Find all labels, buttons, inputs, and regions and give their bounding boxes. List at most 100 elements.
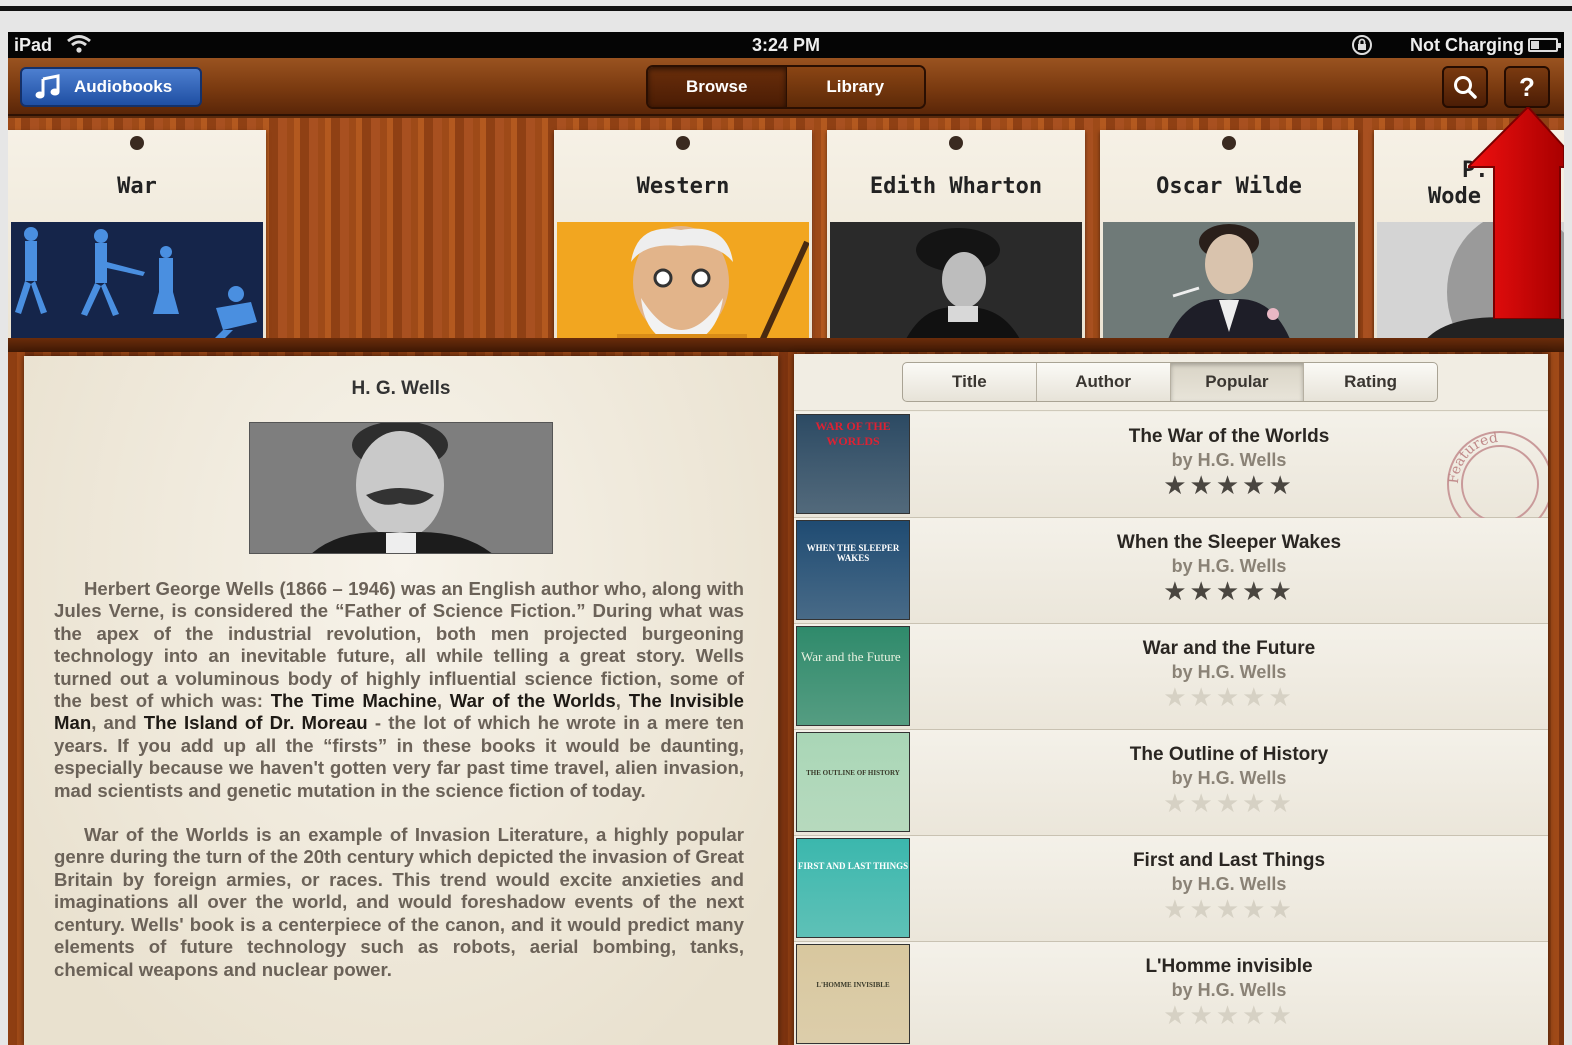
star-rating: ★★★★★ xyxy=(914,1002,1544,1028)
category-shelf: War Western Edith Wharton Oscar Wilde P.… xyxy=(8,118,1564,429)
star-icon: ★ xyxy=(1215,470,1243,500)
book-row[interactable]: L'HOMME INVISIBLE L'Homme invisible by H.G… xyxy=(794,942,1548,1045)
star-icon: ★ xyxy=(1215,894,1243,924)
book-author: by H.G. Wells xyxy=(1171,874,1287,894)
star-icon: ★ xyxy=(1242,576,1269,606)
author-biography: Herbert George Wells (1866 – 1946) was a… xyxy=(54,578,744,1003)
sort-tab-title[interactable]: Title xyxy=(903,363,1036,401)
star-rating: ★★★★★ xyxy=(914,578,1544,604)
bio-paragraph-1: Herbert George Wells (1866 – 1946) was a… xyxy=(54,578,744,801)
book-list-panel: Title Author Popular Rating WAR OF THE W… xyxy=(794,354,1548,1045)
tab-library[interactable]: Library xyxy=(785,67,924,107)
star-icon: ★ xyxy=(1189,682,1216,712)
star-rating: ★★★★★ xyxy=(914,896,1544,922)
search-icon xyxy=(1454,76,1477,99)
star-icon: ★ xyxy=(1189,894,1216,924)
cover-title: War and the Future xyxy=(801,649,901,664)
sort-tab-popular[interactable]: Popular xyxy=(1169,363,1304,401)
search-button[interactable] xyxy=(1442,66,1488,108)
cover-title: THE OUTLINE OF HISTORY xyxy=(806,769,900,777)
pin-icon xyxy=(949,136,963,150)
book-title: War and the Future xyxy=(1142,638,1316,659)
category-card-edith-wharton[interactable]: Edith Wharton xyxy=(827,130,1085,352)
book-row[interactable]: FIRST AND LAST THINGS First and Last Thin… xyxy=(794,836,1548,942)
star-icon: ★ xyxy=(1215,576,1243,606)
category-card-oscar-wilde[interactable]: Oscar Wilde xyxy=(1100,130,1358,352)
star-icon: ★ xyxy=(1189,470,1216,500)
category-label: War xyxy=(117,174,157,199)
star-icon: ★ xyxy=(1163,682,1190,712)
pin-icon xyxy=(676,136,690,150)
shelf-edge xyxy=(8,338,1564,352)
star-icon: ★ xyxy=(1189,788,1216,818)
star-icon: ★ xyxy=(1189,576,1216,606)
book-author: by H.G. Wells xyxy=(1171,980,1287,1000)
star-rating: ★★★★★ xyxy=(914,790,1544,816)
book-cover[interactable]: War and the Future xyxy=(796,626,910,726)
book-row[interactable]: THE OUTLINE OF HISTORY The Outline of His… xyxy=(794,730,1548,836)
book-row[interactable]: WHEN THE SLEEPER WAKES When the Sleeper W… xyxy=(794,518,1548,624)
audiobooks-button[interactable]: Audiobooks xyxy=(20,67,202,107)
book-cover[interactable]: WHEN THE SLEEPER WAKES xyxy=(796,520,910,620)
book-title: First and Last Things xyxy=(1132,850,1326,871)
status-bar: iPad 3:24 PM Not Charging xyxy=(8,32,1564,58)
book-cover[interactable]: L'HOMME INVISIBLE xyxy=(796,944,910,1044)
star-icon: ★ xyxy=(1189,1000,1216,1030)
content-area: H. G. Wells Herbert George Wells (1866 –… xyxy=(8,352,1564,1045)
book-cover[interactable]: FIRST AND LAST THINGS xyxy=(796,838,910,938)
rotation-lock-icon xyxy=(1352,35,1372,55)
edith-wharton-photo xyxy=(830,222,1082,352)
category-label: Oscar Wilde xyxy=(1156,174,1302,199)
help-button[interactable]: ? xyxy=(1504,66,1550,108)
cover-title: WHEN THE SLEEPER WAKES xyxy=(806,543,900,563)
star-icon: ★ xyxy=(1242,470,1269,500)
book-row[interactable]: WAR OF THE WORLDS The War of the Worlds by… xyxy=(794,412,1548,522)
sort-tab-rating[interactable]: Rating xyxy=(1303,363,1437,401)
book-title: The Outline of History xyxy=(1129,744,1329,765)
divider xyxy=(794,410,1548,411)
author-portrait xyxy=(249,422,553,554)
category-label: Western xyxy=(636,174,730,199)
browse-library-segment: Browse Library xyxy=(646,65,926,109)
author-panel: H. G. Wells Herbert George Wells (1866 –… xyxy=(24,356,778,1045)
book-cover[interactable]: WAR OF THE WORLDS xyxy=(796,414,910,514)
charging-status: Not Charging xyxy=(1410,35,1524,55)
star-icon: ★ xyxy=(1163,788,1190,818)
pin-icon xyxy=(1222,136,1236,150)
category-card-war[interactable]: War xyxy=(8,130,266,352)
oscar-wilde-photo xyxy=(1103,222,1355,352)
star-icon: ★ xyxy=(1268,682,1295,712)
star-icon: ★ xyxy=(1215,1000,1243,1030)
star-icon: ★ xyxy=(1163,576,1190,606)
category-label: Edith Wharton xyxy=(869,174,1043,199)
cover-title: L'HOMME INVISIBLE xyxy=(816,981,890,989)
star-icon: ★ xyxy=(1242,682,1269,712)
book-author: by H.G. Wells xyxy=(1171,768,1287,788)
book-row[interactable]: War and the Future War and the Future by H… xyxy=(794,624,1548,730)
cowboy-image xyxy=(557,222,809,352)
status-time: 3:24 PM xyxy=(751,35,821,55)
star-icon: ★ xyxy=(1268,788,1295,818)
star-icon: ★ xyxy=(1215,682,1243,712)
featured-stamp-icon: Featured xyxy=(1446,430,1548,522)
star-icon: ★ xyxy=(1163,470,1190,500)
book-title: When the Sleeper Wakes xyxy=(1116,532,1342,553)
star-rating: ★★★★★ xyxy=(914,684,1544,710)
red-arrow-annotation xyxy=(1468,107,1564,319)
tab-browse[interactable]: Browse xyxy=(648,67,786,107)
book-title: L'Homme invisible xyxy=(1145,956,1313,977)
music-note-icon xyxy=(35,74,60,99)
book-cover[interactable]: THE OUTLINE OF HISTORY xyxy=(796,732,910,832)
star-icon: ★ xyxy=(1268,576,1295,606)
soldiers-image xyxy=(11,222,263,352)
category-card-western[interactable]: Western xyxy=(554,130,812,352)
stamp-label: Featured xyxy=(1446,430,1499,485)
bio-paragraph-2: War of the Worlds is an example of Invas… xyxy=(54,824,744,980)
cover-title: WAR OF THE WORLDS xyxy=(815,419,891,448)
star-icon: ★ xyxy=(1268,894,1295,924)
svg-text:Featured: Featured xyxy=(1446,430,1499,485)
book-author: by H.G. Wells xyxy=(1171,556,1287,576)
sort-segment: Title Author Popular Rating xyxy=(902,362,1438,402)
author-name: H. G. Wells xyxy=(351,378,451,399)
sort-tab-author[interactable]: Author xyxy=(1035,363,1170,401)
